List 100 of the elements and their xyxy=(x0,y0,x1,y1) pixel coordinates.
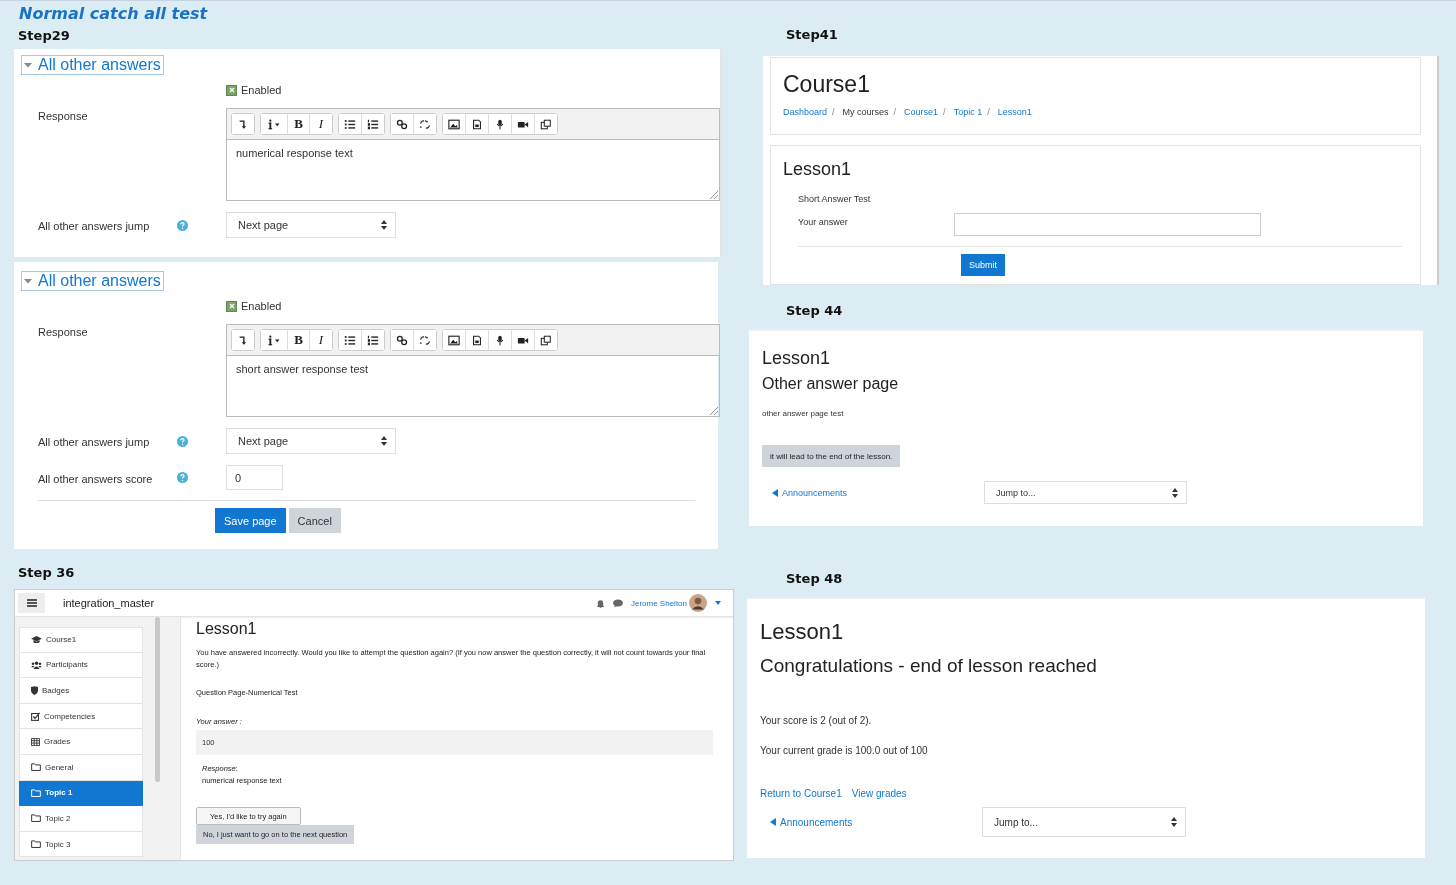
nav-item[interactable]: General xyxy=(19,754,143,781)
menu-button[interactable] xyxy=(18,593,45,613)
info-icon xyxy=(266,334,282,346)
shield-icon xyxy=(31,686,38,695)
step-label: Step 44 xyxy=(786,303,844,319)
text-link[interactable]: Return to Course1 xyxy=(760,788,842,799)
previous-activity-link[interactable]: Announcements xyxy=(772,487,984,498)
nav-item[interactable]: Badges xyxy=(19,678,143,704)
table-icon xyxy=(31,737,40,746)
nav-item[interactable]: Participants xyxy=(19,652,143,679)
caret-down-icon xyxy=(24,277,32,285)
unlink-icon xyxy=(419,118,431,130)
score-text: Your score is 2 (out of 2). xyxy=(760,715,873,726)
user-name[interactable]: Jerome Shelton xyxy=(630,598,687,608)
info-button[interactable] xyxy=(261,114,288,134)
microphone-icon xyxy=(494,334,506,346)
graduation-cap-icon xyxy=(31,635,42,644)
site-name[interactable]: integration_master xyxy=(63,597,155,609)
submit-button[interactable]: Submit xyxy=(961,254,1005,276)
document-title: Normal catch all test xyxy=(19,4,209,23)
folder-icon xyxy=(31,814,41,823)
checkbox[interactable] xyxy=(226,300,237,312)
breadcrumb-link[interactable]: Dashboard xyxy=(783,107,828,117)
page-subheading: Other answer page xyxy=(762,375,900,393)
link-button[interactable] xyxy=(391,114,414,134)
folder-icon xyxy=(31,840,41,849)
unlink-icon xyxy=(419,334,431,346)
ul-button[interactable] xyxy=(339,114,362,134)
jump-select[interactable]: Next page xyxy=(226,428,396,454)
avatar-icon[interactable] xyxy=(689,594,707,612)
branch-button[interactable]: it will lead to the end of the lesson. xyxy=(762,445,901,467)
caret-down-icon[interactable] xyxy=(715,601,721,605)
question-title: Short Answer Test xyxy=(798,194,872,204)
breadcrumb-separator: / xyxy=(943,107,946,117)
chat-icon[interactable] xyxy=(612,598,623,608)
resize-grip-icon xyxy=(710,191,718,199)
breadcrumb-separator: / xyxy=(893,107,897,117)
step-label: Step 36 xyxy=(18,565,76,581)
breadcrumb-separator: / xyxy=(832,107,835,117)
previous-activity-link[interactable]: Announcements xyxy=(770,816,982,828)
numbered-list-icon xyxy=(367,118,379,130)
nav-item[interactable]: Topic 1 xyxy=(19,780,143,807)
text-link[interactable]: View grades xyxy=(851,788,907,799)
step-label: Step 48 xyxy=(786,571,844,587)
enabled-checkbox[interactable]: Enabled xyxy=(226,300,718,312)
arrow-icon xyxy=(237,334,249,346)
answer-field[interactable] xyxy=(954,213,1261,236)
left-triangle-icon xyxy=(772,488,778,497)
checkbox[interactable] xyxy=(226,84,237,96)
bullet-list-icon xyxy=(344,118,356,130)
nav-item[interactable]: Topic 2 xyxy=(19,806,143,832)
page-heading: Lesson1 xyxy=(196,620,258,638)
caret-down-icon xyxy=(24,61,32,69)
nav-item[interactable]: Topic 3 xyxy=(19,831,143,858)
section-header[interactable]: All other answers xyxy=(21,271,164,291)
jump-select[interactable]: Jump to... xyxy=(982,807,1186,837)
indent-button[interactable] xyxy=(232,114,254,134)
page-subheading: Congratulations - end of lesson reached xyxy=(760,655,1098,677)
score-field[interactable]: 0 xyxy=(226,465,283,490)
jump-select[interactable]: Jump to... xyxy=(984,481,1187,504)
nav-item[interactable]: Competencies xyxy=(19,703,143,730)
link-button[interactable] xyxy=(391,330,414,350)
page-text: other answer page test xyxy=(762,409,845,418)
bullet-list-icon xyxy=(344,334,356,346)
link-icon xyxy=(396,118,408,130)
editor-text: short answer response test xyxy=(236,363,369,375)
scrollbar[interactable] xyxy=(155,617,160,782)
save-button[interactable]: Save page xyxy=(215,508,286,533)
image-button[interactable] xyxy=(443,330,466,350)
users-icon xyxy=(31,660,42,669)
field-label: Response xyxy=(38,325,89,338)
nav-item[interactable]: Grades xyxy=(19,729,143,755)
select-arrows-icon xyxy=(381,436,387,446)
copy-icon xyxy=(540,118,552,130)
copy-icon xyxy=(540,334,552,346)
enabled-checkbox[interactable]: Enabled xyxy=(226,84,720,96)
folder-icon xyxy=(31,788,41,797)
info-icon xyxy=(266,118,282,130)
ul-button[interactable] xyxy=(339,330,362,350)
text-editor[interactable]: B I short answer response test xyxy=(226,324,720,417)
select-arrows-icon xyxy=(1172,487,1178,498)
link-icon xyxy=(396,334,408,346)
grade-text: Your current grade is 100.0 out of 100 xyxy=(760,745,929,756)
file-icon xyxy=(471,118,483,130)
breadcrumb-separator: / xyxy=(987,107,990,117)
nav-item[interactable]: Course1 xyxy=(19,627,143,653)
info-button[interactable] xyxy=(261,330,288,350)
cancel-button[interactable]: Cancel xyxy=(288,508,341,533)
jump-select[interactable]: Next page xyxy=(226,212,396,238)
text-editor[interactable]: B I numerical response text xyxy=(226,108,720,201)
section-header[interactable]: All other answers xyxy=(21,55,164,75)
resize-grip-icon xyxy=(710,407,718,415)
image-button[interactable] xyxy=(443,114,466,134)
step-label: Step41 xyxy=(786,27,839,43)
breadcrumb-link[interactable]: Course1 xyxy=(904,107,939,117)
indent-button[interactable] xyxy=(232,330,254,350)
breadcrumb-link[interactable]: Topic 1 xyxy=(953,107,983,117)
breadcrumb-item: My courses xyxy=(842,107,889,117)
bell-icon[interactable] xyxy=(595,598,605,608)
breadcrumb-link[interactable]: Lesson1 xyxy=(997,107,1032,117)
